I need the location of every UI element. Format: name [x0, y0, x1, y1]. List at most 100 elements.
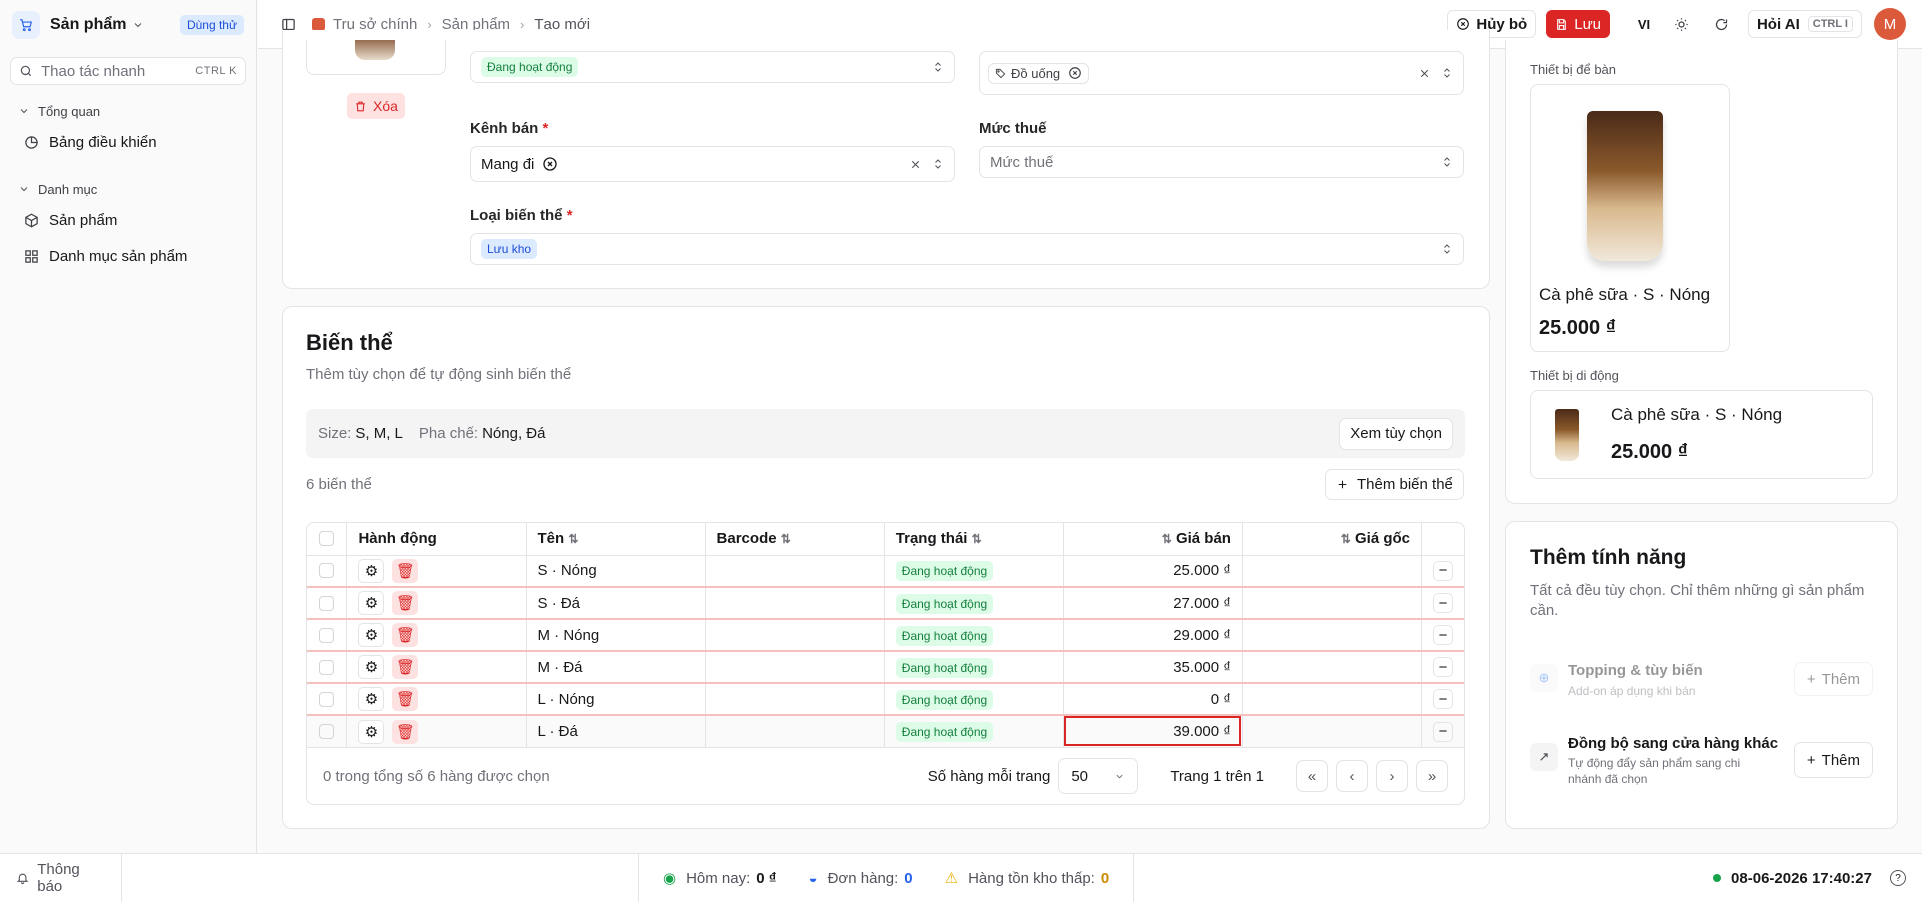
- view-options-button[interactable]: Xem tùy chọn: [1339, 417, 1453, 450]
- quick-action-input[interactable]: Thao tác nhanh CTRL K: [10, 57, 246, 85]
- col-name[interactable]: Tên ⇅: [526, 523, 706, 556]
- low-stock-count: ⚠ Hàng tồn kho thấp: 0: [929, 854, 1126, 902]
- trash-icon[interactable]: 🗑: [392, 655, 419, 679]
- first-page-button[interactable]: «: [1296, 760, 1328, 792]
- row-cost[interactable]: [1242, 715, 1423, 747]
- rows-per-page-select[interactable]: 50: [1058, 758, 1139, 794]
- row-status[interactable]: Đang hoạt động: [884, 555, 1064, 588]
- notifications-button[interactable]: Thông báo: [0, 853, 122, 902]
- feature-sync-add-button[interactable]: + Thêm: [1793, 742, 1873, 778]
- remove-chip-icon[interactable]: [542, 156, 558, 172]
- row-price[interactable]: 27.000 ₫: [1063, 587, 1243, 620]
- section-overview[interactable]: Tổng quan: [0, 99, 256, 123]
- row-barcode[interactable]: [705, 555, 885, 588]
- row-checkbox[interactable]: [319, 691, 335, 707]
- row-name[interactable]: S · Đá: [526, 587, 706, 620]
- variant-type-select[interactable]: Lưu kho: [470, 233, 1464, 265]
- row-barcode[interactable]: [705, 587, 885, 620]
- sidebar-item-dashboard[interactable]: Bảng điều khiển: [0, 125, 256, 159]
- col-status[interactable]: Trạng thái ⇅: [884, 523, 1064, 556]
- row-cost[interactable]: [1242, 683, 1423, 716]
- trash-icon[interactable]: 🗑: [392, 687, 419, 711]
- delete-image-button[interactable]: Xóa: [347, 93, 405, 119]
- refresh-icon[interactable]: [1708, 10, 1736, 38]
- row-price[interactable]: 35.000 ₫: [1063, 651, 1243, 684]
- row-barcode[interactable]: [705, 683, 885, 716]
- ask-ai-button[interactable]: Hỏi AI CTRL I: [1747, 10, 1862, 38]
- trial-badge[interactable]: Dùng thử: [179, 14, 244, 35]
- row-cost[interactable]: [1242, 619, 1423, 652]
- trash-icon[interactable]: 🗑: [392, 623, 419, 647]
- trash-icon[interactable]: 🗑: [392, 591, 419, 615]
- row-price[interactable]: 0 ₫: [1063, 683, 1243, 716]
- row-cost[interactable]: [1242, 651, 1423, 684]
- row-select-cell: [307, 683, 348, 716]
- minus-icon[interactable]: −: [1433, 689, 1453, 709]
- remove-chip-icon[interactable]: [1068, 66, 1082, 80]
- row-name[interactable]: L · Nóng: [526, 683, 706, 716]
- settings-icon[interactable]: ⚙: [358, 591, 385, 615]
- select-all-checkbox[interactable]: [319, 531, 335, 547]
- row-name[interactable]: L · Đá: [526, 715, 706, 747]
- mobile-label: Thiết bị di động: [1530, 368, 1619, 383]
- row-name[interactable]: M · Đá: [526, 651, 706, 684]
- row-checkbox[interactable]: [319, 563, 335, 579]
- row-cost[interactable]: [1242, 555, 1423, 588]
- next-page-button[interactable]: ›: [1376, 760, 1408, 792]
- row-status[interactable]: Đang hoạt động: [884, 619, 1064, 652]
- settings-icon[interactable]: ⚙: [358, 719, 385, 744]
- feature-topping-add-button[interactable]: + Thêm: [1793, 662, 1873, 696]
- product-image-thumb[interactable]: [306, 40, 446, 75]
- settings-icon[interactable]: ⚙: [358, 558, 385, 583]
- trash-icon[interactable]: 🗑: [392, 719, 419, 744]
- section-catalog[interactable]: Danh mục: [0, 177, 256, 201]
- row-barcode[interactable]: [705, 715, 885, 747]
- minus-icon[interactable]: −: [1433, 657, 1453, 677]
- clear-icon[interactable]: [909, 158, 922, 171]
- col-price[interactable]: ⇅ Giá bán: [1063, 523, 1243, 556]
- row-name[interactable]: M · Nóng: [526, 619, 706, 652]
- help-icon[interactable]: ?: [1890, 870, 1906, 886]
- app-switcher[interactable]: Sản phẩm Dùng thử: [0, 0, 256, 49]
- row-price[interactable]: 29.000 ₫: [1063, 619, 1243, 652]
- save-button[interactable]: Lưu: [1546, 10, 1610, 38]
- avatar[interactable]: M: [1874, 8, 1906, 40]
- sidebar-item-categories[interactable]: Danh mục sản phẩm: [0, 239, 256, 273]
- sort-icon: ⇅: [568, 532, 579, 547]
- tax-select[interactable]: Mức thuế: [979, 146, 1464, 178]
- theme-icon[interactable]: [1668, 10, 1696, 38]
- minus-icon[interactable]: −: [1433, 593, 1453, 613]
- row-status[interactable]: Đang hoạt động: [884, 683, 1064, 716]
- minus-icon[interactable]: −: [1433, 560, 1453, 581]
- row-checkbox[interactable]: [319, 595, 335, 611]
- row-name[interactable]: S · Nóng: [526, 555, 706, 588]
- settings-icon[interactable]: ⚙: [358, 623, 385, 647]
- row-status[interactable]: Đang hoạt động: [884, 715, 1064, 747]
- row-price[interactable]: 39.000 ₫: [1063, 715, 1243, 747]
- col-cost[interactable]: ⇅ Giá gốc: [1242, 523, 1423, 556]
- row-cost[interactable]: [1242, 587, 1423, 620]
- prev-page-button[interactable]: ‹: [1336, 760, 1368, 792]
- clear-icon[interactable]: [1418, 67, 1431, 80]
- minus-icon[interactable]: −: [1433, 721, 1453, 742]
- minus-icon[interactable]: −: [1433, 625, 1453, 645]
- row-status[interactable]: Đang hoạt động: [884, 587, 1064, 620]
- col-barcode[interactable]: Barcode ⇅: [705, 523, 885, 556]
- last-page-button[interactable]: »: [1416, 760, 1448, 792]
- category-select[interactable]: Đồ uống: [979, 51, 1464, 95]
- settings-icon[interactable]: ⚙: [358, 687, 385, 711]
- sidebar-item-products[interactable]: Sản phẩm: [0, 203, 256, 237]
- row-status[interactable]: Đang hoạt động: [884, 651, 1064, 684]
- row-barcode[interactable]: [705, 651, 885, 684]
- row-checkbox[interactable]: [319, 627, 335, 643]
- trash-icon[interactable]: 🗑: [392, 558, 419, 583]
- language-switch[interactable]: VI: [1630, 10, 1658, 38]
- row-checkbox[interactable]: [319, 659, 335, 675]
- add-variant-button[interactable]: Thêm biến thể: [1325, 469, 1464, 500]
- row-checkbox[interactable]: [319, 724, 335, 739]
- status-select[interactable]: Đang hoạt động: [470, 51, 955, 83]
- row-barcode[interactable]: [705, 619, 885, 652]
- row-price[interactable]: 25.000 ₫: [1063, 555, 1243, 588]
- channel-select[interactable]: Mang đi: [470, 146, 955, 182]
- settings-icon[interactable]: ⚙: [358, 655, 385, 679]
